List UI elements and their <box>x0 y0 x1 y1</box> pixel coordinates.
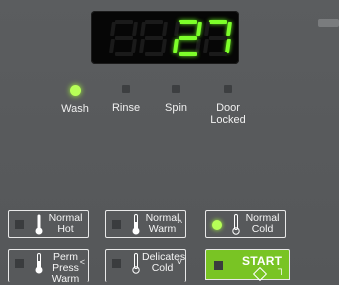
segment-g <box>115 36 133 40</box>
status-door-locked: Door Locked <box>198 85 258 126</box>
status-spin-label: Spin <box>164 102 188 114</box>
segment-b <box>226 22 232 36</box>
segment-f <box>204 22 210 36</box>
normal-hot-button[interactable]: Normal Hot <box>8 210 89 238</box>
start-led-icon <box>214 261 223 270</box>
corner-arrow-icon: ┐ <box>277 264 285 275</box>
wash-led-icon <box>69 85 81 96</box>
segment-c <box>195 39 201 53</box>
normal-hot-label: Normal Hot <box>48 212 83 235</box>
thermometer-half-icon <box>35 253 43 274</box>
normal-cold-label: Normal Cold <box>245 212 280 235</box>
down-arrow-icon: ˅ <box>176 257 182 267</box>
segment-e <box>139 39 145 53</box>
segment-d <box>115 52 133 56</box>
segment-a <box>145 20 163 24</box>
up-arrow-icon: ^ <box>177 218 182 228</box>
start-label: START <box>242 254 283 268</box>
rinse-led-icon <box>122 85 130 93</box>
normal-warm-led-icon <box>112 220 121 229</box>
display-digit-3 <box>173 20 202 56</box>
segment-e <box>203 39 209 53</box>
cycle-time-display <box>91 11 239 64</box>
segment-g <box>145 36 163 40</box>
normal-cold-led-icon <box>212 220 222 230</box>
status-door-locked-label: Door Locked <box>210 102 246 126</box>
segment-e <box>173 39 179 53</box>
display-digit-1 <box>109 20 138 56</box>
thermometer-full-icon <box>35 214 43 235</box>
segment-f <box>110 22 116 36</box>
start-diamond-icon <box>252 266 268 282</box>
segment-d <box>209 52 227 56</box>
segment-f <box>174 22 180 36</box>
segment-d <box>179 52 197 56</box>
start-button[interactable]: START ┐ <box>205 249 290 282</box>
segment-g <box>209 36 227 40</box>
segment-b <box>132 22 138 36</box>
door-locked-led-icon <box>224 85 232 93</box>
normal-hot-led-icon <box>15 220 24 229</box>
segment-a <box>115 20 133 24</box>
control-panel: Wash Rinse Spin Door Locked Normal Hot N… <box>0 0 339 285</box>
thermometer-half-icon <box>132 214 140 235</box>
display-digit-4 <box>203 20 232 56</box>
perm-press-warm-button[interactable]: Perm Press Warm < <box>8 249 89 285</box>
thermometer-empty-icon <box>132 253 140 274</box>
delicates-cold-button[interactable]: Delicates Cold ˅ <box>105 249 186 282</box>
normal-warm-button[interactable]: Normal Warm ^ <box>105 210 186 238</box>
segment-b <box>162 22 168 36</box>
segment-a <box>179 20 197 24</box>
segment-a <box>209 20 227 24</box>
segment-f <box>140 22 146 36</box>
thermometer-empty-icon <box>232 214 240 235</box>
perm-press-led-icon <box>15 259 24 268</box>
segment-c <box>161 39 167 53</box>
segment-c <box>225 39 231 53</box>
left-arrow-icon: < <box>79 257 85 267</box>
segment-g <box>179 36 197 40</box>
display-digit-2 <box>139 20 168 56</box>
segment-c <box>131 39 137 53</box>
segment-e <box>109 39 115 53</box>
delicates-led-icon <box>112 259 121 268</box>
normal-cold-button[interactable]: Normal Cold <box>205 210 286 238</box>
segment-d <box>145 52 163 56</box>
status-spin: Spin <box>146 85 206 114</box>
spin-led-icon <box>172 85 180 93</box>
segment-b <box>196 22 202 36</box>
panel-indicator-strip <box>318 19 339 27</box>
